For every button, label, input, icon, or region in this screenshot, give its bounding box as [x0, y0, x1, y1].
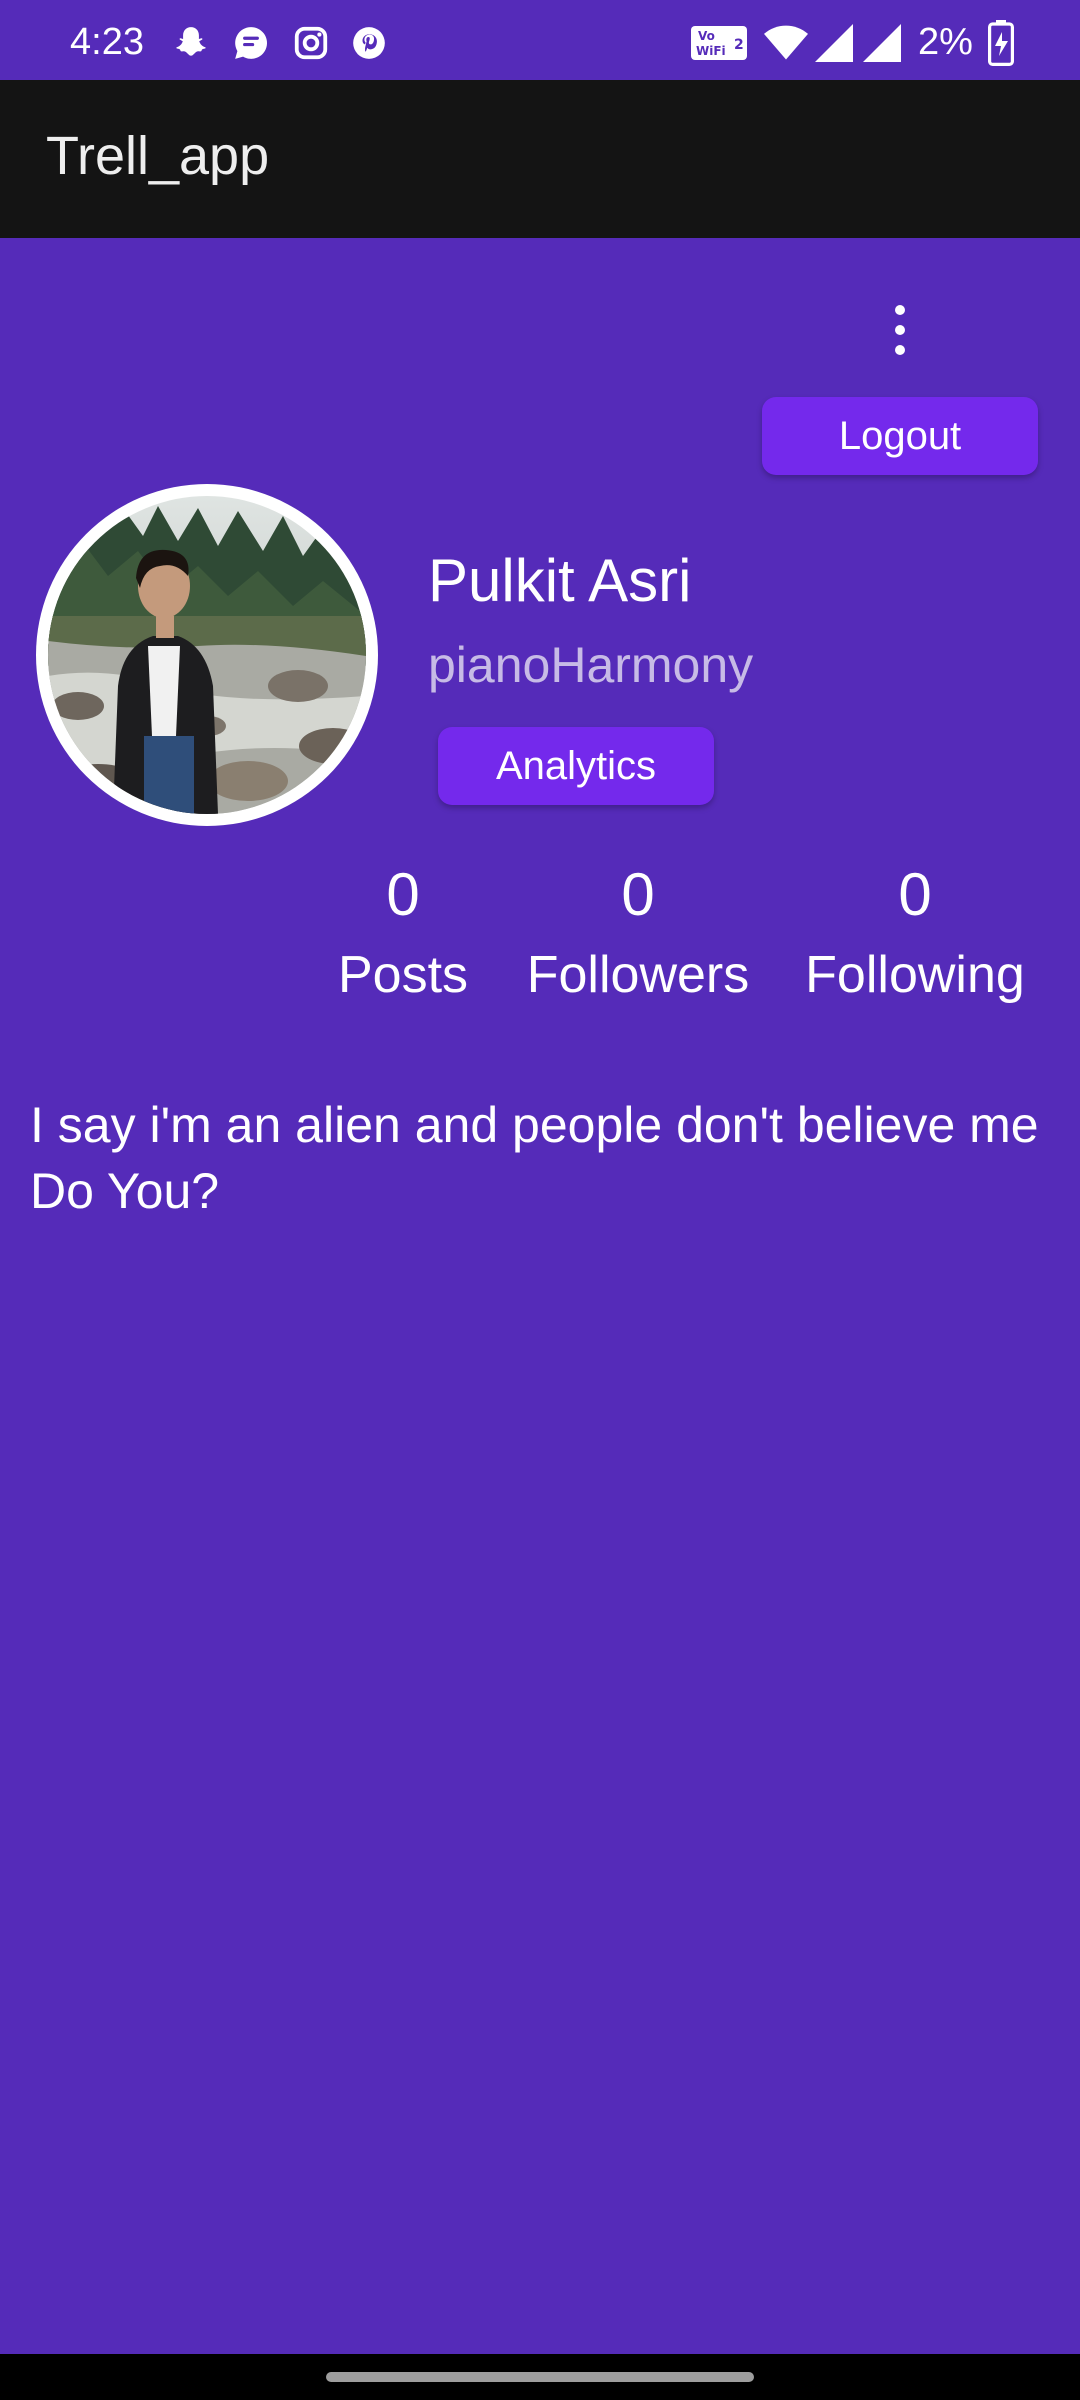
- app-title: Trell_app: [46, 126, 270, 186]
- stat-count: 0: [898, 861, 932, 928]
- analytics-button[interactable]: Analytics: [438, 727, 714, 805]
- status-bar: 4:23 Vo WiFi 2 2%: [0, 0, 1080, 80]
- avatar[interactable]: [36, 484, 378, 826]
- logout-button[interactable]: Logout: [762, 397, 1038, 475]
- stat-following[interactable]: 0 Following: [790, 860, 1040, 1006]
- pinterest-icon: [350, 24, 388, 62]
- snapchat-icon: [172, 24, 210, 62]
- stat-label: Followers: [526, 946, 750, 1004]
- vowifi-icon: Vo WiFi 2: [690, 24, 748, 62]
- stat-followers[interactable]: 0 Followers: [510, 860, 766, 1006]
- status-time: 4:23: [70, 21, 144, 63]
- stat-count: 0: [621, 861, 655, 928]
- profile-photo: [48, 496, 366, 814]
- stat-count: 0: [386, 861, 420, 928]
- stat-label: Following: [805, 946, 1025, 1004]
- stat-label: Posts: [337, 946, 469, 1004]
- profile-bio: I say i'm an alien and people don't beli…: [30, 1097, 1039, 1219]
- wifi-icon: [764, 24, 808, 62]
- signal-icon: [862, 24, 902, 62]
- svg-text:2: 2: [734, 37, 744, 53]
- profile-name: Pulkit Asri: [428, 547, 692, 614]
- profile-username: pianoHarmony: [428, 637, 754, 693]
- gesture-handle[interactable]: [326, 2372, 754, 2382]
- more-vert-icon[interactable]: [876, 300, 924, 360]
- stat-posts[interactable]: 0 Posts: [322, 860, 484, 1006]
- svg-text:WiFi: WiFi: [696, 44, 726, 58]
- battery-charging-icon: [988, 20, 1014, 67]
- battery-percent: 2%: [918, 21, 973, 63]
- svg-text:Vo: Vo: [698, 29, 715, 43]
- system-nav-bar: [0, 2354, 1080, 2400]
- signal-icon: [814, 24, 854, 62]
- instagram-icon: [292, 24, 330, 62]
- app-bar: Trell_app: [0, 80, 1080, 238]
- messaging-icon: [232, 24, 270, 62]
